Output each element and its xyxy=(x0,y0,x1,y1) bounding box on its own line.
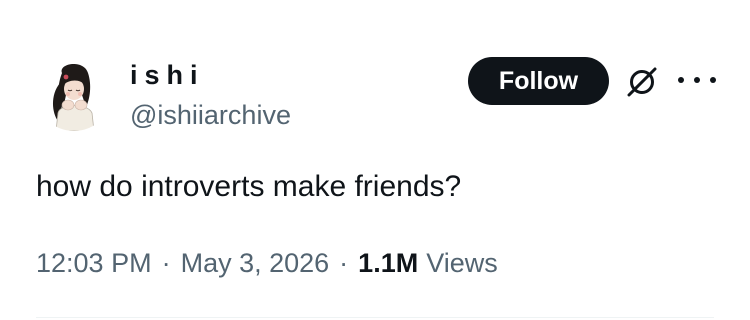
more-icon[interactable] xyxy=(678,72,716,88)
tweet-text: how do introverts make friends? xyxy=(36,170,462,203)
grok-icon-glyph xyxy=(627,67,657,97)
views-label: Views xyxy=(426,248,498,278)
meta-separator: · xyxy=(339,248,349,278)
views-count: 1.1M xyxy=(358,248,419,278)
more-dot xyxy=(710,77,716,83)
more-dot xyxy=(678,77,684,83)
tweet-meta: 12:03 PM · May 3, 2026 · 1.1M Views xyxy=(36,248,498,279)
avatar-illustration xyxy=(36,55,112,131)
display-name[interactable]: ishi xyxy=(130,60,205,91)
grok-icon[interactable] xyxy=(623,63,661,101)
divider xyxy=(36,317,714,318)
tweet-date[interactable]: May 3, 2026 xyxy=(181,248,330,279)
meta-separator: · xyxy=(161,248,171,278)
follow-button[interactable]: Follow xyxy=(468,57,609,105)
user-handle[interactable]: @ishiiarchive xyxy=(130,100,291,131)
tweet-time[interactable]: 12:03 PM xyxy=(36,248,152,279)
avatar[interactable] xyxy=(36,55,112,131)
more-dot xyxy=(694,77,700,83)
